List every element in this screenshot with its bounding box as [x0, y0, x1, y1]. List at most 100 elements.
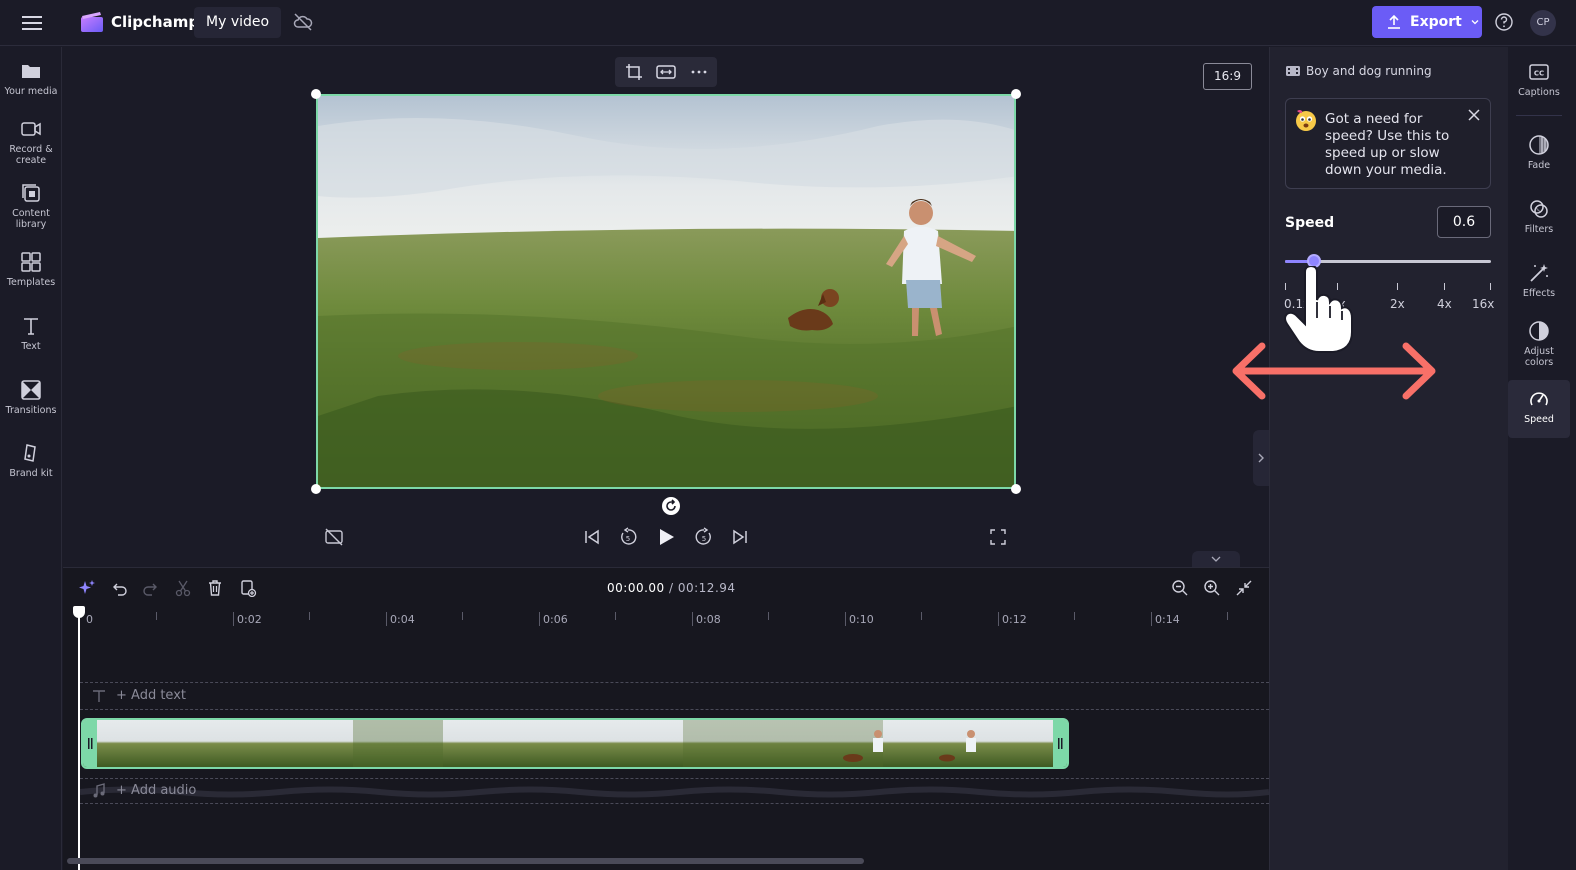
- aspect-ratio-button[interactable]: 16:9: [1203, 63, 1252, 90]
- video-clip-icon: [1285, 64, 1301, 78]
- rotate-icon[interactable]: [662, 497, 680, 515]
- ruler-tick-label: 0:04: [390, 613, 415, 626]
- speedometer-icon: [1528, 388, 1550, 410]
- rail-item-filters[interactable]: Filters: [1508, 198, 1570, 235]
- undo-icon[interactable]: [110, 579, 128, 597]
- fullscreen-icon[interactable]: [988, 527, 1008, 547]
- ruler-tick: [1074, 612, 1075, 620]
- sidebar-item-brand-kit[interactable]: Brand kit: [0, 442, 62, 479]
- play-icon[interactable]: [656, 527, 676, 547]
- playhead-handle[interactable]: [73, 606, 85, 618]
- resize-handle-bottom-right[interactable]: [1011, 484, 1021, 494]
- sidebar-label-line2: create: [15, 155, 47, 166]
- rail-divider: [1516, 115, 1562, 116]
- add-audio-button[interactable]: + Add audio: [116, 783, 196, 798]
- duplicate-icon[interactable]: [239, 579, 257, 597]
- sidebar-item-text[interactable]: Text: [0, 315, 62, 352]
- close-icon[interactable]: [1467, 108, 1481, 122]
- ruler-tick: [386, 612, 387, 626]
- rail-item-fade[interactable]: Fade: [1508, 134, 1570, 171]
- brand-name: Clipchamp: [111, 13, 200, 31]
- forward-5-icon[interactable]: 5: [694, 527, 714, 547]
- slider-tick: [1397, 283, 1398, 290]
- total-duration: / 00:12.94: [669, 581, 736, 595]
- sidebar-label: Content: [12, 208, 50, 219]
- svg-text:5: 5: [702, 535, 706, 543]
- magic-sparkle-icon[interactable]: [78, 579, 96, 597]
- rail-item-adjust-colors[interactable]: Adjust colors: [1508, 320, 1570, 368]
- zoom-out-icon[interactable]: [1171, 579, 1189, 597]
- sidebar-label: Transitions: [5, 405, 57, 416]
- rail-label: Speed: [1524, 414, 1554, 425]
- time-readout: 00:00.00 / 00:12.94: [607, 581, 736, 595]
- split-scissors-icon[interactable]: [174, 579, 192, 597]
- audio-track[interactable]: [79, 778, 1270, 804]
- filters-icon: [1528, 198, 1550, 220]
- help-icon[interactable]: [1494, 12, 1514, 32]
- fit-timeline-icon[interactable]: [1235, 579, 1253, 597]
- ruler-tick-label: 0: [86, 613, 93, 626]
- rail-item-effects[interactable]: Effects: [1508, 262, 1570, 299]
- right-panel-collapse-tab[interactable]: [1253, 430, 1269, 486]
- timeline-collapse-tab[interactable]: [1192, 551, 1240, 567]
- cloud-off-icon[interactable]: [292, 12, 314, 32]
- ruler-tick: [921, 612, 922, 620]
- folder-icon: [20, 60, 42, 82]
- rail-label: Effects: [1522, 288, 1556, 299]
- ruler-tick-label: 0:02: [237, 613, 262, 626]
- ruler-tick: [309, 612, 310, 620]
- clipchamp-logo-icon: [80, 11, 104, 33]
- sidebar-item-templates[interactable]: Templates: [0, 251, 62, 288]
- skip-to-end-icon[interactable]: [730, 527, 750, 547]
- video-frame-image: [318, 96, 1014, 487]
- resize-handle-bottom-left[interactable]: [311, 484, 321, 494]
- slider-tick: [1490, 283, 1491, 290]
- video-preview[interactable]: [316, 94, 1016, 489]
- slider-tick-label: 2x: [1390, 297, 1405, 311]
- text-track[interactable]: [80, 682, 1269, 710]
- video-title[interactable]: My video: [194, 7, 282, 38]
- rail-label-line2: colors: [1524, 357, 1554, 368]
- rail-item-captions[interactable]: CC Captions: [1508, 61, 1570, 98]
- export-button[interactable]: Export: [1372, 6, 1482, 38]
- ruler-tick-label: 0:12: [1002, 613, 1027, 626]
- sidebar-item-record-create[interactable]: Record & create: [0, 118, 62, 166]
- crop-icon[interactable]: [625, 63, 643, 81]
- speed-value-input[interactable]: 0.6: [1437, 206, 1491, 238]
- sidebar-label: Templates: [6, 277, 56, 288]
- sidebar-item-transitions[interactable]: Transitions: [0, 379, 62, 416]
- add-text-button[interactable]: + Add text: [116, 688, 186, 703]
- captions-off-icon[interactable]: [324, 527, 344, 547]
- resize-handle-top-left[interactable]: [311, 89, 321, 99]
- redo-icon[interactable]: [142, 579, 160, 597]
- menu-icon[interactable]: [20, 12, 44, 34]
- video-clip[interactable]: [81, 718, 1069, 769]
- resize-handle-top-right[interactable]: [1011, 89, 1021, 99]
- ruler-tick-label: 0:14: [1155, 613, 1180, 626]
- rewind-5-icon[interactable]: 5: [618, 527, 638, 547]
- music-note-icon: [92, 783, 106, 799]
- ruler-tick: [615, 612, 616, 620]
- sidebar-item-your-media[interactable]: Your media: [0, 60, 62, 97]
- sidebar-label-line2: library: [15, 219, 47, 230]
- sidebar-label: Record &: [9, 144, 53, 155]
- sidebar-label: Your media: [4, 86, 58, 97]
- more-options-icon[interactable]: [690, 63, 708, 81]
- sidebar-item-content-library[interactable]: Content library: [0, 182, 62, 230]
- avatar[interactable]: CP: [1530, 10, 1556, 36]
- rail-item-speed[interactable]: Speed: [1508, 388, 1570, 425]
- playhead[interactable]: [78, 606, 80, 870]
- ruler-tick: [845, 612, 846, 626]
- rail-label: Adjust: [1524, 346, 1554, 357]
- ruler-tick: [768, 612, 769, 620]
- rail-label: Fade: [1527, 160, 1551, 171]
- audio-waveform-placeholder: [79, 786, 1270, 798]
- fit-icon[interactable]: [656, 63, 676, 81]
- timeline-scrollbar[interactable]: [67, 858, 864, 864]
- slider-tick-label: 16x: [1472, 297, 1495, 311]
- zoom-in-icon[interactable]: [1203, 579, 1221, 597]
- ruler-tick: [692, 612, 693, 626]
- speed-label: Speed: [1285, 215, 1335, 231]
- delete-icon[interactable]: [206, 579, 224, 597]
- skip-to-start-icon[interactable]: [582, 527, 602, 547]
